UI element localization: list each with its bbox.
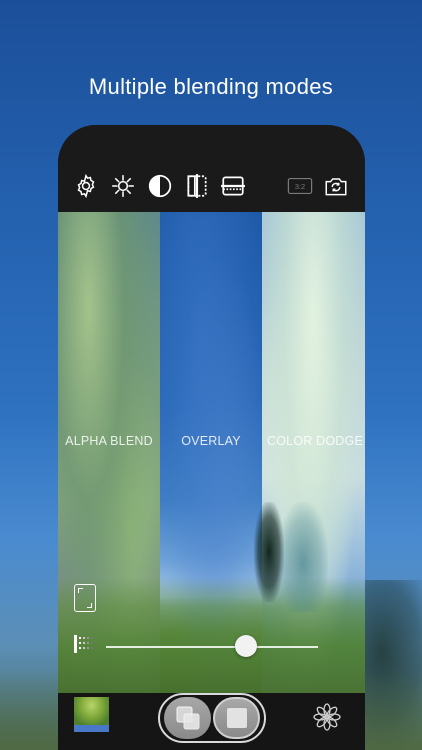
opacity-icon bbox=[74, 635, 93, 653]
exposure-icon[interactable] bbox=[109, 173, 137, 199]
opacity-slider-track[interactable] bbox=[106, 646, 318, 648]
promo-headline: Multiple blending modes bbox=[88, 74, 334, 99]
aspect-ratio-icon[interactable]: 3:2 bbox=[286, 173, 314, 199]
camera-preview[interactable]: ALPHA BLEND OVERLAY COLOR DODGE bbox=[58, 212, 365, 693]
flower-icon[interactable] bbox=[313, 703, 341, 731]
mode-label-alpha-blend: ALPHA BLEND bbox=[65, 434, 153, 448]
mode-label-color-dodge: COLOR DODGE bbox=[267, 434, 363, 448]
faded-tree bbox=[278, 502, 328, 612]
phone-frame: 3:2 ALPHA BLEND OVERLAY COLOR DODGE bbox=[58, 125, 365, 750]
contrast-icon[interactable] bbox=[146, 173, 174, 199]
frame-guide-icon[interactable] bbox=[74, 584, 96, 612]
gear-icon[interactable] bbox=[72, 173, 100, 199]
top-toolbar: 3:2 bbox=[58, 125, 365, 212]
shutter-group bbox=[158, 693, 266, 743]
split-vertical-icon[interactable] bbox=[183, 173, 211, 199]
mode-label-overlay: OVERLAY bbox=[181, 434, 241, 448]
double-exposure-shutter-icon bbox=[176, 706, 199, 730]
opacity-slider-thumb[interactable] bbox=[234, 635, 257, 657]
single-shutter-button[interactable] bbox=[213, 697, 260, 739]
camera-switch-icon[interactable] bbox=[322, 173, 350, 199]
gallery-thumbnail[interactable] bbox=[74, 697, 109, 732]
double-exposure-shutter-button[interactable] bbox=[164, 697, 211, 739]
single-shutter-icon bbox=[226, 708, 247, 728]
bottom-bar bbox=[58, 693, 365, 750]
aspect-ratio-label: 3:2 bbox=[295, 182, 305, 191]
split-horizontal-icon[interactable] bbox=[219, 173, 247, 199]
